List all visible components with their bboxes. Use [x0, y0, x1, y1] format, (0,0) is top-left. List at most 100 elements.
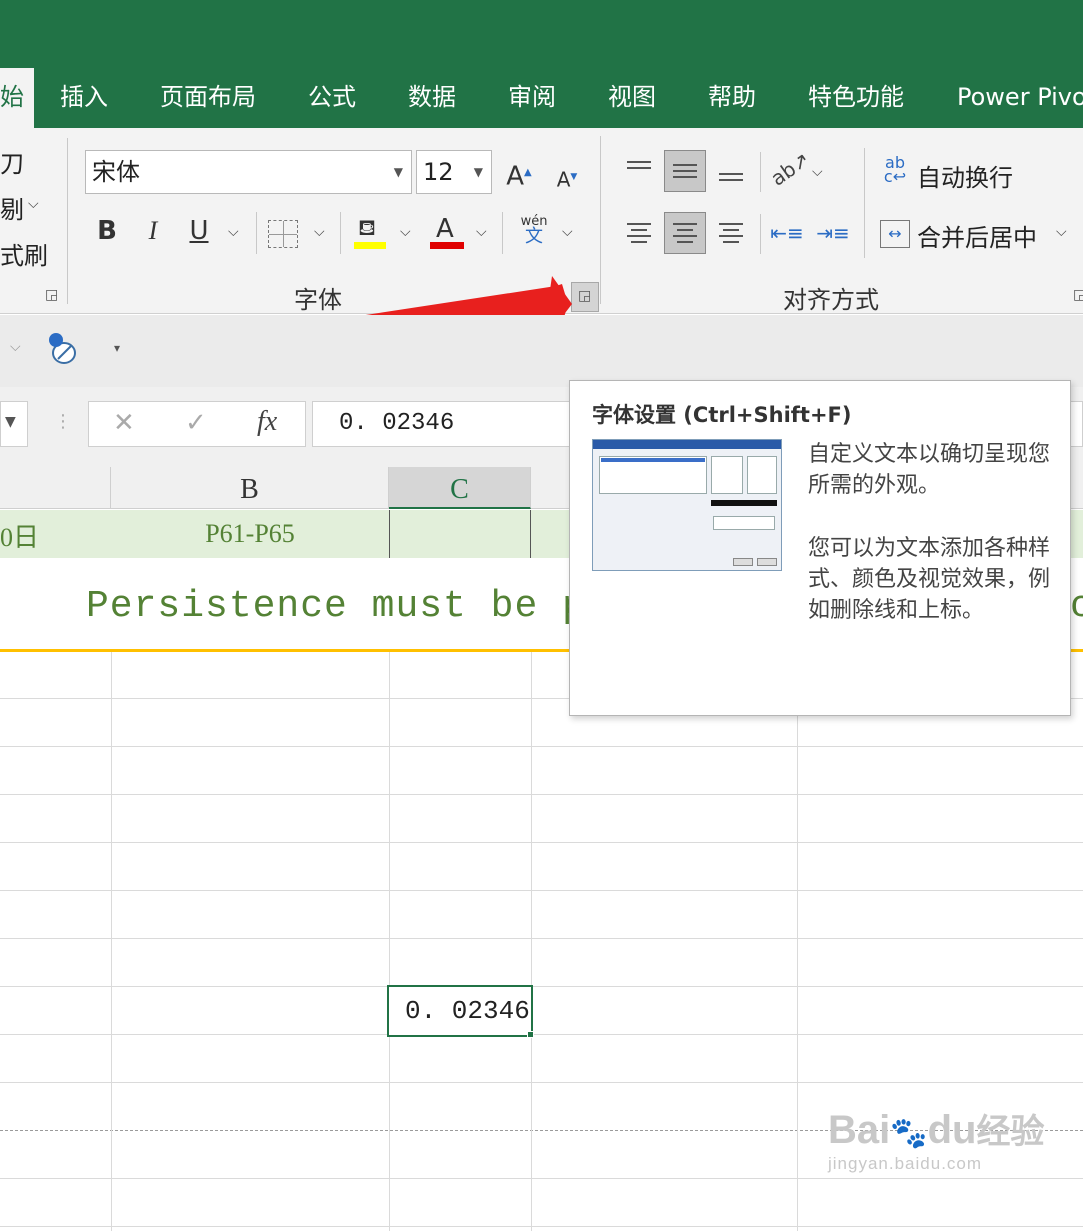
tab-view[interactable]: 视图 — [608, 68, 656, 128]
grid-line — [0, 746, 1083, 747]
merge-center-button[interactable]: 合并后居中 — [917, 218, 1037, 253]
enter-icon[interactable]: ✓ — [185, 408, 207, 438]
align-center-icon[interactable] — [664, 212, 706, 254]
align-left-icon[interactable] — [618, 212, 660, 254]
font-color-dropdown-icon[interactable]: ⌵ — [476, 224, 487, 240]
tab-formulas[interactable]: 公式 — [308, 68, 356, 128]
baidu-watermark: Bai🐾du经验 jingyan.baidu.com — [828, 1110, 1044, 1174]
chevron-down-icon: ▼ — [393, 165, 403, 179]
fill-handle[interactable] — [527, 1031, 534, 1038]
align-right-icon[interactable] — [710, 212, 752, 254]
copy-dropdown-icon[interactable]: ⌵ — [28, 196, 39, 212]
fill-color-dropdown-icon[interactable]: ⌵ — [400, 224, 411, 240]
format-painter-button[interactable]: 式刷 — [0, 236, 48, 271]
quick-access-toolbar: ⌵ ▾ — [0, 315, 1083, 387]
group-separator — [340, 212, 341, 254]
ribbon-tab-bar: 始 插入 页面布局 公式 数据 审阅 视图 帮助 特色功能 Power Pivo — [0, 68, 1083, 128]
increase-indent-icon[interactable]: ⇥≡ — [816, 218, 850, 248]
cut-button[interactable]: 刀 — [0, 144, 24, 179]
column-header-a[interactable] — [0, 467, 111, 509]
watermark-brand-2: du — [927, 1108, 977, 1152]
merge-center-icon[interactable]: ↔ — [880, 220, 910, 248]
group-separator — [760, 152, 761, 192]
middle-align-icon[interactable] — [664, 150, 706, 192]
font-settings-launcher-icon[interactable]: ◲ — [571, 282, 599, 312]
tab-special-features[interactable]: 特色功能 — [808, 68, 904, 128]
tab-data[interactable]: 数据 — [408, 68, 456, 128]
group-separator — [760, 214, 761, 254]
grid-line — [0, 1226, 1083, 1227]
watermark-cn: 经验 — [976, 1113, 1045, 1151]
tooltip-description-1: 自定义文本以确切呈现您所需的外观。 — [808, 442, 1051, 498]
tab-help[interactable]: 帮助 — [708, 68, 756, 128]
underline-button[interactable]: U — [184, 216, 214, 246]
phonetic-guide-icon[interactable]: wén 文 — [516, 214, 552, 250]
tab-home[interactable]: 始 — [0, 68, 34, 128]
chevron-down-icon: ▼ — [473, 165, 483, 179]
font-size-combo[interactable]: 12 ▼ — [416, 150, 492, 194]
grid-line — [0, 986, 1083, 987]
customize-qat-icon[interactable]: ▾ — [114, 341, 120, 355]
cell-a-date[interactable]: 0日 — [0, 517, 39, 554]
group-separator — [67, 138, 68, 304]
grid-line — [0, 1034, 1083, 1035]
grid-line — [531, 652, 532, 1231]
font-group-label: 字体 — [294, 286, 342, 314]
alignment-launcher-icon[interactable]: ◲ — [1073, 288, 1083, 304]
borders-icon[interactable] — [268, 220, 298, 248]
tooltip-description-2: 您可以为文本添加各种样式、颜色及视觉效果，例如删除线和上标。 — [808, 536, 1051, 623]
chevron-down-icon[interactable]: ⌵ — [10, 339, 21, 355]
decrease-indent-icon[interactable]: ⇤≡ — [770, 218, 804, 248]
grid-line — [0, 794, 1083, 795]
font-name-combo[interactable]: 宋体 ▼ — [85, 150, 412, 194]
copy-button[interactable]: 剔 — [0, 190, 24, 225]
paw-icon: 🐾 — [890, 1117, 928, 1150]
group-separator — [502, 212, 503, 254]
bird-leaf-icon[interactable] — [46, 331, 80, 367]
tab-insert[interactable]: 插入 — [60, 68, 108, 128]
grid-line — [0, 1082, 1083, 1083]
orientation-icon[interactable]: ab↗ — [764, 147, 814, 193]
column-header-c[interactable]: C — [389, 467, 531, 509]
orientation-dropdown-icon[interactable]: ⌵ — [812, 164, 823, 180]
alignment-group-label: 对齐方式 — [783, 286, 879, 314]
underline-dropdown-icon[interactable]: ⌵ — [228, 224, 239, 240]
merge-dropdown-icon[interactable]: ⌵ — [1056, 224, 1067, 240]
group-separator — [600, 136, 601, 304]
cancel-icon[interactable]: ✕ — [113, 408, 135, 438]
font-name-value: 宋体 — [92, 158, 140, 186]
tab-power-pivot[interactable]: Power Pivo — [957, 68, 1083, 128]
title-bar — [0, 0, 1083, 68]
font-size-value: 12 — [423, 158, 454, 186]
italic-button[interactable]: I — [138, 216, 168, 246]
borders-dropdown-icon[interactable]: ⌵ — [314, 224, 325, 240]
tab-review[interactable]: 审阅 — [508, 68, 556, 128]
shrink-font-icon[interactable]: A▼ — [554, 162, 580, 195]
bold-button[interactable]: B — [92, 216, 122, 246]
grid-line — [0, 1178, 1083, 1179]
cell-c-band[interactable] — [389, 510, 531, 558]
formula-buttons: ✕ ✓ fx — [88, 401, 306, 447]
name-box[interactable]: ▼ — [0, 401, 28, 447]
bottom-align-icon[interactable] — [710, 150, 752, 192]
insert-function-icon[interactable]: fx — [257, 406, 277, 438]
font-color-icon[interactable]: A — [430, 214, 464, 250]
active-cell[interactable]: 0. 02346 — [387, 985, 533, 1037]
tab-page-layout[interactable]: 页面布局 — [160, 68, 256, 128]
group-separator — [256, 212, 257, 254]
group-separator — [864, 148, 865, 258]
banner-text-tail: c — [1070, 585, 1083, 628]
phonetic-dropdown-icon[interactable]: ⌵ — [562, 224, 573, 240]
fill-color-icon[interactable]: ⛾ — [354, 216, 388, 250]
tooltip-title: 字体设置 (Ctrl+Shift+F) — [592, 403, 852, 427]
wrap-text-button[interactable]: 自动换行 — [917, 158, 1013, 193]
grow-font-icon[interactable]: A▲ — [506, 158, 532, 192]
font-settings-tooltip: 字体设置 (Ctrl+Shift+F) 自定义文本以确切呈现您所需的外观。 您可… — [569, 380, 1071, 716]
clipboard-launcher-icon[interactable]: ◲ — [45, 288, 61, 304]
wrap-text-icon[interactable]: ab c↩ — [880, 155, 910, 185]
grid-line — [111, 652, 112, 1231]
top-align-icon[interactable] — [618, 150, 660, 192]
grid-line — [0, 890, 1083, 891]
cell-b-pages[interactable]: P61-P65 — [111, 519, 389, 549]
column-header-b[interactable]: B — [111, 467, 389, 509]
